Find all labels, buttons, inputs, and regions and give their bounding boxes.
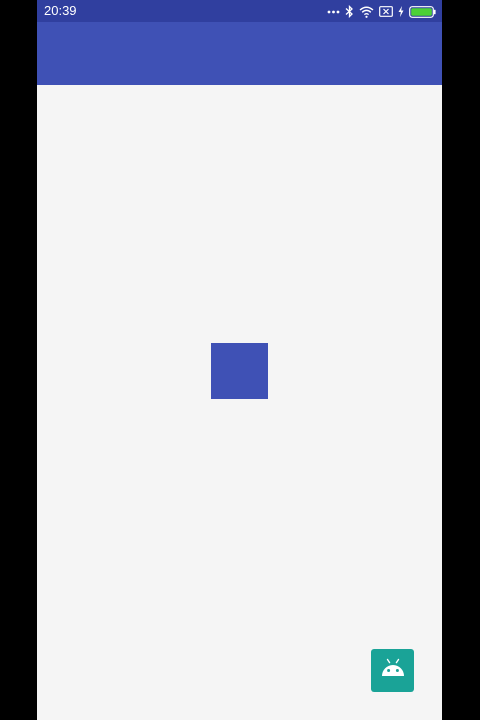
status-icons — [327, 4, 436, 19]
sim-x-icon — [379, 6, 393, 17]
status-time: 20:39 — [44, 3, 77, 18]
phone-screen: 20:39 — [37, 0, 442, 720]
android-fab-button[interactable] — [371, 649, 414, 692]
android-icon — [380, 658, 406, 683]
app-bar — [37, 22, 442, 85]
battery-icon — [409, 5, 436, 18]
status-bar: 20:39 — [37, 0, 442, 22]
wifi-icon — [359, 6, 374, 18]
bluetooth-icon — [345, 5, 354, 18]
more-dots-icon — [327, 10, 340, 14]
main-content — [37, 85, 442, 720]
charging-icon — [398, 6, 404, 17]
animated-square — [211, 343, 268, 399]
